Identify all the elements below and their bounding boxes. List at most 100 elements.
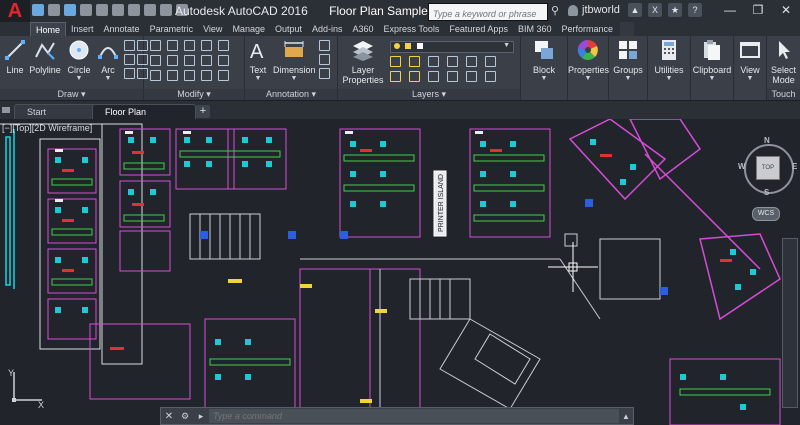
scale-icon[interactable] xyxy=(167,70,178,81)
save-as-icon[interactable] xyxy=(80,4,92,16)
block-button[interactable]: Block ▼ xyxy=(527,39,561,83)
ribbon-minimize-icon[interactable] xyxy=(620,22,635,36)
layer-properties-button[interactable]: Layer Properties xyxy=(342,39,384,85)
command-history-up-icon[interactable]: ▲ xyxy=(619,412,633,421)
draw-panel-title[interactable]: Draw ▾ xyxy=(0,89,143,100)
trim-icon[interactable] xyxy=(184,40,195,51)
open-file-icon[interactable] xyxy=(48,4,60,16)
autocad-logo-icon[interactable]: A xyxy=(0,0,30,22)
tab-a360[interactable]: A360 xyxy=(348,22,379,36)
region-icon[interactable] xyxy=(124,68,135,79)
utilities-button[interactable]: Utilities ▼ xyxy=(648,39,690,83)
tab-express-tools[interactable]: Express Tools xyxy=(379,22,445,36)
viewcube-top-face[interactable]: TOP xyxy=(756,156,780,180)
help-icon[interactable]: ? xyxy=(688,3,702,17)
layer-freeze-btn-icon[interactable] xyxy=(390,71,401,82)
minimize-icon[interactable]: — xyxy=(716,0,744,20)
new-tab-button[interactable]: + xyxy=(196,105,210,118)
drawing-area[interactable]: PRINTER ISLAND [−][Top][2D Wireframe] TO… xyxy=(0,119,800,425)
layers-panel-title[interactable]: Layers ▾ xyxy=(338,89,520,100)
tab-insert[interactable]: Insert xyxy=(66,22,99,36)
tab-home[interactable]: Home xyxy=(30,22,67,36)
fillet-icon[interactable] xyxy=(184,55,195,66)
new-file-icon[interactable] xyxy=(32,4,44,16)
properties-button[interactable]: Properties ▼ xyxy=(568,39,609,83)
layer-off-icon[interactable] xyxy=(447,56,458,67)
close-icon[interactable]: ✕ xyxy=(772,0,800,20)
layer-lock-icon[interactable] xyxy=(466,56,477,67)
user-icon[interactable] xyxy=(568,5,578,16)
rotate-icon[interactable] xyxy=(167,40,178,51)
mtext-icon[interactable] xyxy=(319,68,330,79)
line-button[interactable]: Line xyxy=(4,39,26,75)
tab-view[interactable]: View xyxy=(198,22,227,36)
tab-manage[interactable]: Manage xyxy=(227,22,270,36)
tab-floor-plan[interactable]: Floor Plan Sample*✕ xyxy=(92,104,196,132)
share-icon[interactable] xyxy=(160,4,172,16)
tab-bim-360[interactable]: BIM 360 xyxy=(513,22,557,36)
layer-unlock-icon[interactable] xyxy=(466,71,477,82)
print-icon[interactable] xyxy=(112,4,124,16)
compass-west[interactable]: W xyxy=(738,162,746,171)
copy-icon[interactable] xyxy=(150,55,161,66)
stay-connected-icon[interactable]: ★ xyxy=(668,3,682,17)
exchange-icon[interactable]: X xyxy=(648,3,662,17)
help-search-input[interactable] xyxy=(429,6,547,22)
annotation-panel-title[interactable]: Annotation ▾ xyxy=(245,89,337,100)
viewcube[interactable]: TOP N S E W xyxy=(738,136,798,210)
tab-annotate[interactable]: Annotate xyxy=(99,22,145,36)
join-icon[interactable] xyxy=(218,55,229,66)
modify-panel-title[interactable]: Modify ▾ xyxy=(144,89,244,100)
recent-commands-icon[interactable]: ▸ xyxy=(193,411,209,422)
tab-parametric[interactable]: Parametric xyxy=(145,22,199,36)
mirror-icon[interactable] xyxy=(167,55,178,66)
move-icon[interactable] xyxy=(150,40,161,51)
table-icon[interactable] xyxy=(319,54,330,65)
stretch-icon[interactable] xyxy=(150,70,161,81)
compass-north[interactable]: N xyxy=(764,136,770,145)
groups-button[interactable]: Groups ▼ xyxy=(609,39,647,83)
username[interactable]: jtbworld xyxy=(582,4,620,16)
rectangle-icon[interactable] xyxy=(124,40,135,51)
layer-match-icon[interactable] xyxy=(428,56,439,67)
tab-featured-apps[interactable]: Featured Apps xyxy=(444,22,513,36)
circle-button[interactable]: Circle ▼ xyxy=(64,39,94,83)
layer-unisolate-icon[interactable] xyxy=(409,56,420,67)
select-mode-button[interactable]: Select Mode xyxy=(767,39,800,85)
redo-icon[interactable] xyxy=(144,4,156,16)
tab-add-ins[interactable]: Add-ins xyxy=(307,22,348,36)
viewport-controls[interactable]: [−][Top][2D Wireframe] xyxy=(2,123,92,133)
layer-previous-icon[interactable] xyxy=(447,71,458,82)
polyline-button[interactable]: Polyline xyxy=(28,39,62,75)
command-input[interactable] xyxy=(209,409,619,423)
layer-walk-icon[interactable] xyxy=(485,56,496,67)
tab-start[interactable]: Start xyxy=(14,104,96,120)
layer-merge-icon[interactable] xyxy=(485,71,496,82)
wcs-menu[interactable]: WCS xyxy=(752,207,780,221)
clipboard-button[interactable]: Clipboard ▼ xyxy=(691,39,733,83)
customize-command-line-icon[interactable]: ⚙ xyxy=(177,411,193,422)
tab-output[interactable]: Output xyxy=(270,22,307,36)
offset-icon[interactable] xyxy=(201,55,212,66)
search-icon[interactable]: ⚲ xyxy=(548,4,562,18)
text-button[interactable]: A Text ▼ xyxy=(247,39,269,83)
view-button[interactable]: View ▼ xyxy=(734,39,766,83)
dimension-button[interactable]: Dimension ▼ xyxy=(273,39,316,83)
layer-isolate-icon[interactable] xyxy=(390,56,401,67)
chamfer-icon[interactable] xyxy=(218,70,229,81)
gradient-icon[interactable] xyxy=(124,54,135,65)
cart-icon[interactable]: ▲ xyxy=(628,3,642,17)
tab-performance[interactable]: Performance xyxy=(556,22,618,36)
close-command-line-icon[interactable]: ✕ xyxy=(161,411,177,422)
undo-icon[interactable] xyxy=(128,4,140,16)
layer-thaw-icon[interactable] xyxy=(409,71,420,82)
compass-east[interactable]: E xyxy=(792,162,797,171)
navigation-bar[interactable] xyxy=(782,238,798,408)
file-tabs-menu-icon[interactable] xyxy=(2,107,10,113)
layer-dropdown[interactable]: ▼ xyxy=(390,41,514,53)
array-icon[interactable] xyxy=(184,70,195,81)
explode-icon[interactable] xyxy=(218,40,229,51)
break-icon[interactable] xyxy=(201,70,212,81)
cloud-icon[interactable] xyxy=(96,4,108,16)
leader-icon[interactable] xyxy=(319,40,330,51)
